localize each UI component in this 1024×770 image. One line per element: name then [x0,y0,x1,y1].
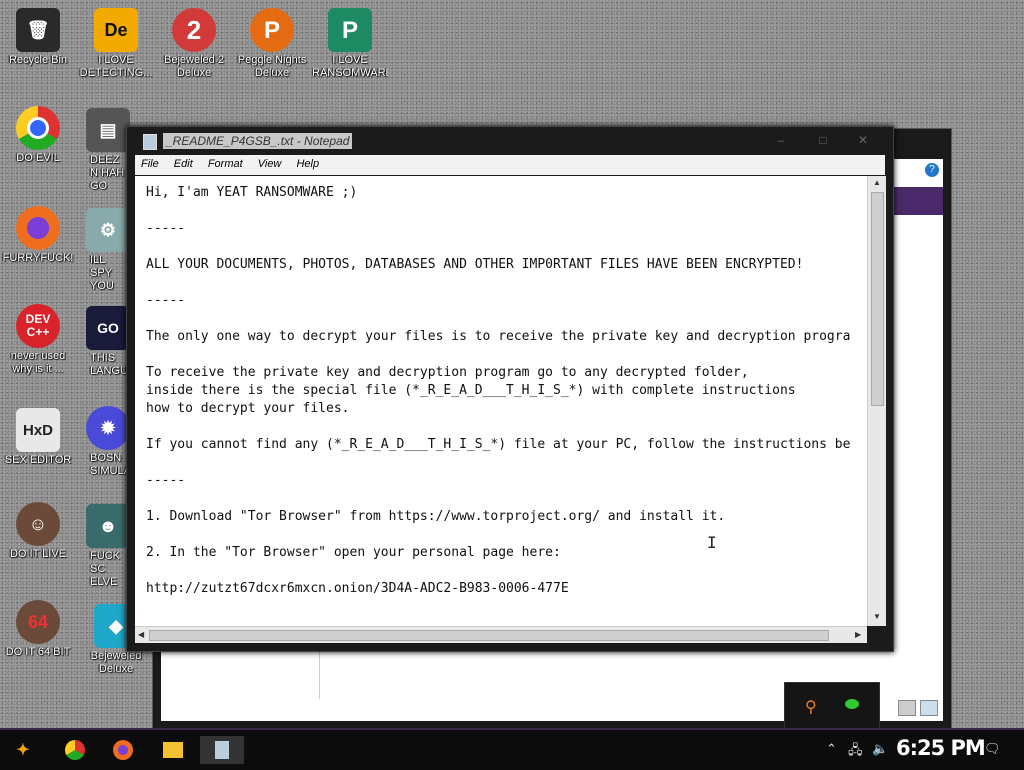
detect-it-easy-icon: De [94,8,138,52]
start-button[interactable]: ✦ [8,736,38,764]
network-icon[interactable]: 🖧 [848,741,863,763]
tray-popup: ⚲ [784,682,880,730]
desktop-icon-publisher[interactable]: P I LOVE RANSOMWARE [312,8,388,80]
menu-view[interactable]: View [252,155,288,173]
desktop-icon-hxd[interactable]: HxD SEX EDITOR [0,408,76,467]
recycle-bin-icon: 🗑 [16,8,60,52]
menu-format[interactable]: Format [202,155,249,173]
desktop-icon-firefox[interactable]: FURRYFUCK! [0,206,76,265]
desktop-icon-detect-it-easy[interactable]: De I LOVE DETECTING... [78,8,154,80]
text-cursor-icon: I [707,533,717,552]
hxd-icon: HxD [16,408,60,452]
desktop-icon-goland[interactable]: GO THIS LANGUAG [86,306,130,378]
close-button[interactable]: ✕ [855,133,871,147]
clock[interactable]: 6:25 PM [896,736,986,760]
view-toggle-icon-2[interactable] [920,700,938,716]
peggle-icon: P [250,8,294,52]
help-icon[interactable]: ? [925,163,939,177]
desktop-icon-recycle-bin[interactable]: 🗑 Recycle Bin [0,8,76,67]
virus-icon: ✹ [86,406,130,450]
desktop-icon-files[interactable]: ▤ DEEZ N HAH GO [86,108,130,193]
bejeweled2-icon: 2 [172,8,216,52]
menu-edit[interactable]: Edit [168,155,199,173]
minimize-button[interactable]: – [773,133,789,147]
face-icon: ☻ [86,504,130,548]
menu-help[interactable]: Help [290,155,325,173]
window-title: _README_P4GSB_.txt - Notepad [163,133,353,149]
taskbar-chrome-icon[interactable] [60,736,90,764]
document-text: Hi, I'am YEAT RANSOMWARE ;) ----- ALL YO… [146,185,851,596]
vertical-scroll-thumb[interactable] [871,192,884,406]
desktop-icon-peggle[interactable]: P Peggle Nights Deluxe [234,8,310,80]
divider [319,649,320,699]
portrait64-icon: 64 [16,600,60,644]
chevron-up-icon[interactable]: ⌃ [826,741,837,757]
volume-icon[interactable]: 🔈 [872,741,888,757]
taskbar-explorer-icon[interactable] [158,736,188,764]
vertical-scrollbar[interactable]: ▲ ▼ [867,176,886,626]
desktop-icon-face[interactable]: ☻ FUCK SC ELVE [86,504,130,589]
scroll-down-icon[interactable]: ▼ [873,612,881,621]
scroll-right-icon[interactable]: ▶ [855,630,861,639]
menu-file[interactable]: File [135,155,165,173]
firefox-icon [16,206,60,250]
scroll-up-icon[interactable]: ▲ [873,178,881,187]
goland-icon: GO [86,306,130,350]
desktop-icon-chrome[interactable]: DO EVIL [0,106,76,165]
desktop-icon-bosn[interactable]: ✹ BOSN SIMULA [86,406,130,478]
search-icon[interactable]: ⚲ [805,697,817,717]
desktop-icon-do-it-64[interactable]: 64 DO IT 64 BIT [0,600,76,659]
desktop-icon-spy[interactable]: ⚙ ILL SPY YOU [86,208,130,293]
taskbar-firefox-icon[interactable] [108,736,138,764]
notifications-icon[interactable]: 🗨 [984,741,1001,757]
taskbar-notepad-icon[interactable] [200,736,244,764]
title-bar[interactable]: _README_P4GSB_.txt - Notepad – □ ✕ [127,127,893,155]
tool-icon: ⚙ [86,208,130,252]
files-icon: ▤ [86,108,130,152]
search-bar[interactable] [893,187,943,215]
desktop-icon-bejeweled2[interactable]: 2 Bejeweled 2 Deluxe [156,8,232,80]
tray-app-icon[interactable] [845,699,859,709]
view-toggle-icon[interactable] [898,700,916,716]
desktop-icon-devcpp[interactable]: DEV C++ never used why is it ... [0,304,76,376]
notepad-window[interactable]: _README_P4GSB_.txt - Notepad – □ ✕ File … [126,126,894,652]
portrait-icon: ☺ [16,502,60,546]
maximize-button[interactable]: □ [815,133,831,147]
notepad-icon [143,134,157,150]
devcpp-icon: DEV C++ [16,304,60,348]
publisher-icon: P [328,8,372,52]
chrome-icon [16,106,60,150]
text-area[interactable]: Hi, I'am YEAT RANSOMWARE ;) ----- ALL YO… [135,176,867,626]
horizontal-scrollbar[interactable]: ◀ ▶ [135,626,867,643]
menu-bar: File Edit Format View Help [135,155,885,175]
scroll-left-icon[interactable]: ◀ [138,630,144,639]
taskbar: ✦ ⌃ 🖧 🔈 6:25 PM 🗨 [0,728,1024,770]
desktop-icon-do-it-live[interactable]: ☺ DO IT LIVE [0,502,76,561]
horizontal-scroll-thumb[interactable] [149,630,829,641]
